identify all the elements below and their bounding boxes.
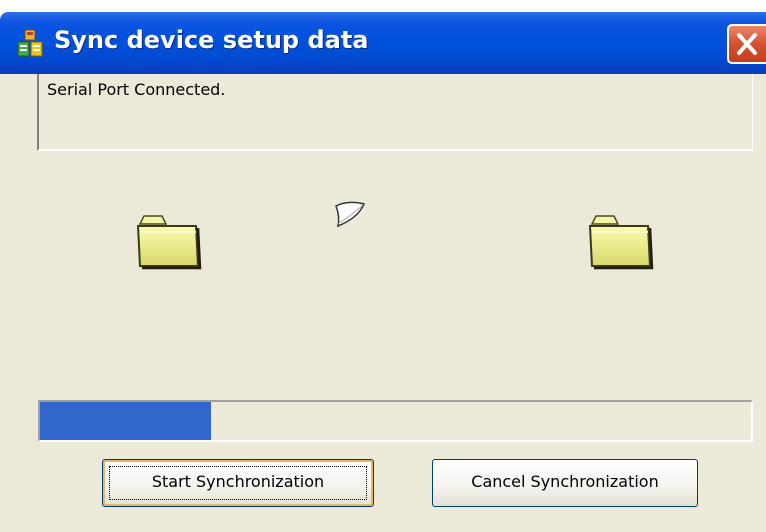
- start-synchronization-button[interactable]: Start Synchronization: [102, 459, 374, 507]
- source-folder-icon: [136, 215, 202, 270]
- sync-dialog-window: Sync device setup data Serial Port Conne…: [0, 0, 766, 532]
- cancel-synchronization-button[interactable]: Cancel Synchronization: [432, 459, 698, 507]
- cancel-button-label: Cancel Synchronization: [471, 472, 659, 491]
- dialog-body: Serial Port Connected. Start Synchroniza…: [0, 74, 766, 532]
- close-icon: [737, 33, 757, 55]
- sync-progress-bar: [38, 400, 753, 442]
- status-panel: Serial Port Connected.: [37, 74, 753, 151]
- destination-folder-icon: [588, 215, 654, 270]
- window-title: Sync device setup data: [54, 26, 369, 54]
- start-button-label: Start Synchronization: [151, 472, 325, 491]
- close-button[interactable]: [727, 24, 766, 64]
- status-message: Serial Port Connected.: [47, 80, 226, 99]
- flying-paper-icon: [335, 201, 366, 228]
- sync-app-icon: [17, 29, 43, 57]
- title-bar: Sync device setup data: [0, 0, 766, 84]
- progress-fill: [40, 402, 211, 440]
